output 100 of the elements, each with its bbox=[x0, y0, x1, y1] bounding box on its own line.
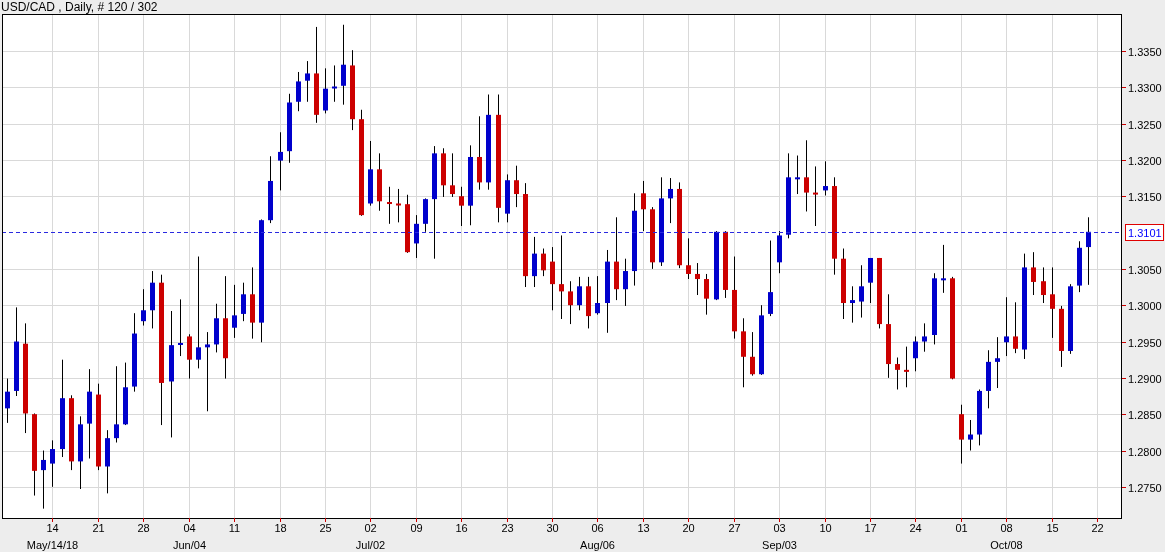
candlestick bbox=[323, 67, 328, 114]
axis-label: 02 bbox=[364, 522, 377, 534]
axis-label: 1.3000 bbox=[1128, 299, 1162, 312]
axis-label: 1.2900 bbox=[1128, 372, 1162, 385]
candlestick bbox=[922, 322, 927, 353]
candlestick bbox=[441, 147, 446, 198]
candlestick bbox=[895, 357, 900, 390]
candlestick bbox=[187, 333, 192, 380]
candlestick bbox=[1004, 296, 1009, 357]
axis-label: Jun/04 bbox=[173, 539, 206, 551]
axis-label: 22 bbox=[1091, 522, 1104, 534]
candlestick bbox=[105, 429, 110, 494]
axis-label: 17 bbox=[864, 522, 877, 534]
axis-label: Oct/08 bbox=[990, 539, 1023, 551]
axis-label: 1.3050 bbox=[1128, 263, 1162, 276]
candlestick bbox=[541, 248, 546, 277]
candlestick bbox=[986, 349, 991, 409]
candlestick bbox=[387, 186, 392, 225]
candlestick bbox=[704, 273, 709, 316]
candlestick bbox=[178, 298, 183, 357]
candlestick bbox=[877, 257, 882, 329]
candlestick bbox=[50, 439, 55, 488]
candlestick bbox=[5, 378, 10, 424]
candlestick bbox=[977, 389, 982, 446]
axis-label: 1.3250 bbox=[1128, 118, 1162, 131]
candlestick bbox=[296, 71, 301, 112]
axis-label: 25 bbox=[319, 522, 332, 534]
candlestick bbox=[904, 346, 909, 388]
axis-label: 15 bbox=[1046, 522, 1059, 534]
candlestick bbox=[577, 276, 582, 311]
axis-label: 16 bbox=[455, 522, 468, 534]
candlestick bbox=[459, 186, 464, 227]
candlestick bbox=[941, 244, 946, 294]
candlestick bbox=[641, 180, 646, 232]
axis-label: 30 bbox=[546, 522, 559, 534]
candlestick bbox=[423, 197, 428, 233]
candlestick bbox=[1031, 251, 1036, 296]
candlestick bbox=[1068, 283, 1073, 355]
candlestick bbox=[759, 304, 764, 376]
axis-label: 1.2850 bbox=[1128, 408, 1162, 421]
candlestick bbox=[1077, 240, 1082, 293]
candlestick bbox=[595, 275, 600, 316]
axis-label: 23 bbox=[501, 522, 514, 534]
candlestick bbox=[586, 276, 591, 329]
candlestick bbox=[741, 317, 746, 388]
candlestick bbox=[723, 230, 728, 299]
candlestick bbox=[377, 152, 382, 212]
candlestick bbox=[232, 284, 237, 339]
candlestick bbox=[750, 331, 755, 377]
axis-label: 06 bbox=[591, 522, 604, 534]
axis-label: 24 bbox=[909, 522, 922, 534]
candlestick bbox=[532, 236, 537, 288]
candlestick bbox=[123, 362, 128, 426]
axis-label: 21 bbox=[92, 522, 105, 534]
candlestick bbox=[214, 303, 219, 353]
axis-label: 27 bbox=[728, 522, 741, 534]
axis-label: 01 bbox=[955, 522, 968, 534]
candlestick bbox=[623, 258, 628, 307]
axis-label: Aug/06 bbox=[580, 539, 615, 551]
axis-label: 1.2750 bbox=[1128, 481, 1162, 494]
candlestick bbox=[968, 419, 973, 451]
axis-label: 09 bbox=[410, 522, 423, 534]
candlestick bbox=[505, 173, 510, 223]
candlestick bbox=[959, 404, 964, 465]
axis-label: 14 bbox=[46, 522, 59, 534]
axis-label: 20 bbox=[682, 522, 695, 534]
candlestick bbox=[695, 262, 700, 296]
candlestick bbox=[1041, 266, 1046, 304]
candlestick bbox=[268, 155, 273, 224]
candlestick bbox=[514, 165, 519, 208]
candlestick bbox=[777, 230, 782, 274]
axis-label: 04 bbox=[183, 522, 196, 534]
chart-title: USD/CAD , Daily, # 120 / 302 bbox=[0, 0, 158, 14]
candlestick bbox=[841, 248, 846, 320]
candlestick bbox=[414, 214, 419, 259]
candlestick bbox=[850, 285, 855, 324]
candlestick bbox=[795, 155, 800, 195]
candlestick bbox=[823, 160, 828, 196]
axis-label: 1.3200 bbox=[1128, 154, 1162, 167]
candlestick bbox=[405, 194, 410, 254]
candlestick bbox=[305, 60, 310, 103]
axis-label: 10 bbox=[819, 522, 832, 534]
candlestick bbox=[668, 177, 673, 224]
candlestick bbox=[686, 237, 691, 280]
candlestick bbox=[550, 246, 555, 311]
candlestick bbox=[859, 264, 864, 319]
axis-label: May/14/18 bbox=[26, 539, 79, 551]
price-label: 1.3101 bbox=[1125, 224, 1164, 241]
axis-label: 08 bbox=[1000, 522, 1013, 534]
axis-label: 1.3150 bbox=[1128, 190, 1162, 203]
candlestick bbox=[141, 288, 146, 327]
axis-label: 1.2950 bbox=[1128, 336, 1162, 349]
axis-label: 1.2800 bbox=[1128, 445, 1162, 458]
candlestick bbox=[1013, 301, 1018, 354]
candlestick bbox=[150, 270, 155, 329]
candlestick bbox=[396, 188, 401, 223]
axis-label: 28 bbox=[137, 522, 150, 534]
candlestick bbox=[278, 131, 283, 191]
candlestick bbox=[241, 282, 246, 322]
candlestick bbox=[568, 280, 573, 325]
